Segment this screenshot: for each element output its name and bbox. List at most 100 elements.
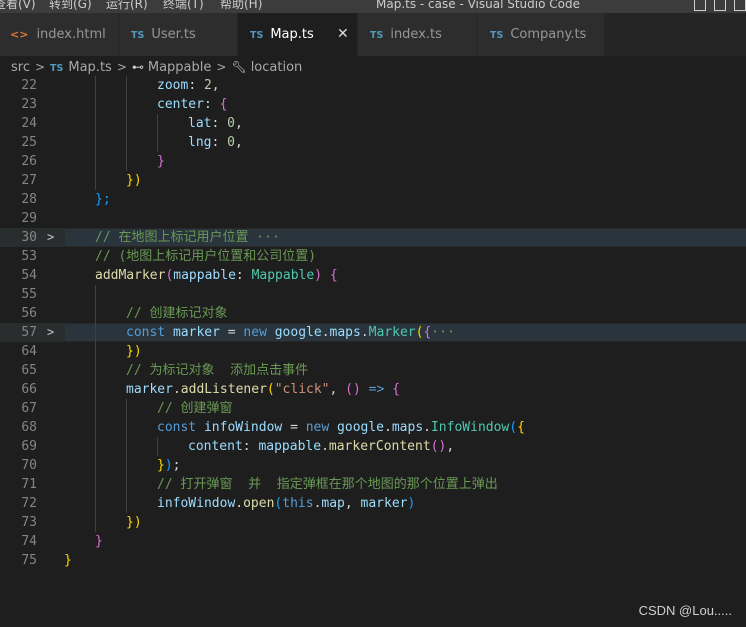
code-line[interactable]: 73 }): [0, 513, 746, 532]
tab-company-ts[interactable]: TS Company.ts: [477, 13, 604, 56]
code-line-folded[interactable]: 57 > const marker = new google.maps.Mark…: [0, 323, 746, 342]
token: }): [126, 515, 142, 530]
indent-guide: [95, 285, 96, 304]
code-line-folded[interactable]: 30 > // 在地图上标记用户位置 ···: [0, 228, 746, 247]
code-line[interactable]: 65 // 为标记对象 添加点击事件: [0, 361, 746, 380]
chevron-right-icon: >: [216, 60, 227, 74]
code-line[interactable]: 70 });: [0, 456, 746, 475]
token: .: [384, 420, 392, 435]
breadcrumb-symbol-location[interactable]: location: [251, 60, 303, 75]
code-text: // (地图上标记用户位置和公司位置): [95, 247, 316, 266]
code-text: }: [64, 551, 72, 570]
line-number: 28: [21, 192, 37, 207]
fold-ellipsis[interactable]: ···: [248, 230, 280, 245]
code-line[interactable]: 56 // 创建标记对象: [0, 304, 746, 323]
code-line[interactable]: 55: [0, 285, 746, 304]
token: ,: [446, 439, 455, 454]
code-line[interactable]: 72 infoWindow.open(this.map, marker): [0, 494, 746, 513]
fold-chevron-icon[interactable]: >: [47, 228, 54, 247]
token: const: [126, 325, 166, 340]
indent-guide: [95, 76, 96, 95]
code-line[interactable]: 26 }: [0, 152, 746, 171]
token: new: [305, 420, 330, 435]
token: (): [430, 439, 447, 454]
chevron-right-icon: >: [116, 60, 127, 74]
code-line[interactable]: 27 }): [0, 171, 746, 190]
token: ): [314, 268, 330, 283]
indent-guide: [126, 76, 127, 95]
code-line[interactable]: 25 lng: 0,: [0, 133, 746, 152]
code-line[interactable]: 64 }): [0, 342, 746, 361]
line-number: 72: [21, 496, 37, 511]
token: content: [188, 439, 243, 454]
token: :: [188, 78, 204, 93]
token: addMarker: [95, 268, 166, 283]
token: ,: [211, 78, 220, 93]
ts-file-icon: TS: [490, 30, 504, 41]
code-line[interactable]: 24 lat: 0,: [0, 114, 746, 133]
menu-go[interactable]: 转到(G): [49, 0, 92, 12]
token: // (地图上标记用户位置和公司位置): [95, 249, 317, 264]
indent-guide: [126, 399, 127, 418]
tab-index-html[interactable]: <> index.html: [0, 13, 118, 56]
tab-user-ts[interactable]: TS User.ts: [119, 13, 237, 56]
code-line[interactable]: 68 const infoWindow = new google.maps.In…: [0, 418, 746, 437]
toggle-secondary-sidebar-icon[interactable]: [734, 0, 746, 11]
token: open: [243, 496, 275, 511]
code-line[interactable]: 74 }: [0, 532, 746, 551]
menu-view[interactable]: 查看(V): [0, 0, 36, 12]
code-line[interactable]: 69 content: mappable.markerContent(),: [0, 437, 746, 456]
token: (: [266, 382, 275, 397]
ts-file-icon: TS: [50, 63, 64, 74]
indent-guide: [157, 133, 158, 152]
line-number: 55: [21, 287, 37, 302]
token: ): [164, 458, 173, 473]
tab-map-ts[interactable]: TS Map.ts ✕: [238, 13, 357, 56]
indent-guide: [95, 361, 96, 380]
html-file-icon: <>: [10, 28, 29, 41]
tab-index-ts[interactable]: TS index.ts: [358, 13, 476, 56]
token: google: [337, 420, 385, 435]
menu-run[interactable]: 运行(R): [106, 0, 148, 12]
code-text: center: {: [157, 95, 227, 114]
line-number: 23: [21, 97, 37, 112]
code-line[interactable]: 22 zoom: 2,: [0, 76, 746, 95]
code-line[interactable]: 75 }: [0, 551, 746, 570]
indent-guide: [95, 342, 96, 361]
fold-chevron-icon[interactable]: >: [47, 323, 54, 342]
code-line[interactable]: 23 center: {: [0, 95, 746, 114]
toggle-sidebar-icon[interactable]: [694, 0, 706, 11]
code-line[interactable]: 66 marker.addListener("click", () => {: [0, 380, 746, 399]
line-number: 22: [21, 78, 37, 93]
code-line[interactable]: 71 // 打开弹窗 并 指定弹框在那个地图的那个位置上弹出: [0, 475, 746, 494]
menu-help[interactable]: 帮助(H): [220, 0, 262, 12]
code-text: });: [157, 456, 180, 475]
breadcrumb-src[interactable]: src: [11, 60, 30, 75]
code-editor[interactable]: 22 zoom: 2, 23 center: { 24 lat: 0, 25 l…: [0, 76, 746, 627]
menu-terminal[interactable]: 终端(T): [163, 0, 204, 12]
indent-guide: [126, 456, 127, 475]
code-line[interactable]: 67 // 创建弹窗: [0, 399, 746, 418]
breadcrumb-symbol-mappable[interactable]: Mappable: [148, 60, 212, 75]
indent-guide: [95, 304, 96, 323]
fold-ellipsis[interactable]: ···: [431, 325, 454, 340]
token: map: [321, 496, 345, 511]
line-number: 56: [21, 306, 37, 321]
code-line[interactable]: 28 };: [0, 190, 746, 209]
code-line[interactable]: 54 addMarker(mappable: Mappable) {: [0, 266, 746, 285]
code-line[interactable]: 29: [0, 209, 746, 228]
breadcrumb-file[interactable]: Map.ts: [68, 60, 111, 75]
code-text: // 打开弹窗 并 指定弹框在那个地图的那个位置上弹出: [157, 475, 498, 494]
indent-guide: [126, 95, 127, 114]
code-line[interactable]: 53 // (地图上标记用户位置和公司位置): [0, 247, 746, 266]
close-icon[interactable]: ✕: [337, 13, 349, 56]
chevron-right-icon: >: [34, 60, 46, 74]
toggle-panel-icon[interactable]: [714, 0, 726, 11]
token: // 在地图上标记用户位置: [95, 230, 249, 245]
token: 0: [227, 135, 235, 150]
indent-guide: [95, 513, 96, 532]
token: {: [329, 268, 338, 283]
